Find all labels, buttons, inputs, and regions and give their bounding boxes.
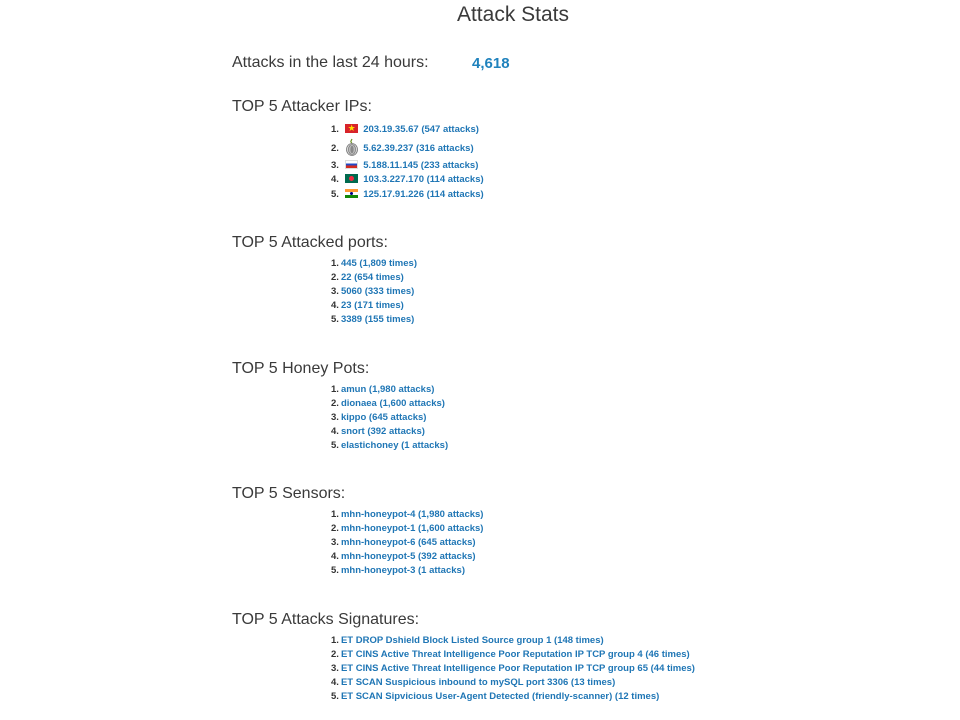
honeypot-link[interactable]: dionaea (1,600 attacks) [341, 398, 445, 409]
rank-number: 1. [331, 635, 339, 646]
rank-number: 2. [331, 143, 339, 154]
rank-number: 3. [331, 663, 339, 674]
honey-pots-heading: TOP 5 Honey Pots: [232, 360, 370, 377]
list-item: 2. ET CINS Active Threat Intelligence Poo… [331, 648, 695, 662]
sensors-heading: TOP 5 Sensors: [232, 485, 346, 502]
signature-link[interactable]: ET CINS Active Threat Intelligence Poor … [341, 663, 695, 674]
port-link[interactable]: 5060 (333 times) [341, 286, 414, 297]
list-item: 2. 5.62.39.237 (316 attacks) [331, 138, 484, 159]
rank-number: 4. [331, 174, 339, 185]
list-item: 5. ET SCAN Sipvicious User-Agent Detected… [331, 690, 695, 704]
list-item: 2. 22 (654 times) [331, 271, 417, 285]
sensors-list: 1. mhn-honeypot-4 (1,980 attacks) 2. mhn-h… [331, 508, 483, 578]
port-link[interactable]: 445 (1,809 times) [341, 258, 417, 269]
rank-number: 3. [331, 160, 339, 171]
attacked-ports-list: 1. 445 (1,809 times) 2. 22 (654 times) 3. 5… [331, 257, 417, 327]
list-item: 4. snort (392 attacks) [331, 425, 448, 439]
russia-flag-icon [344, 160, 358, 169]
page-title: Attack Stats [456, 3, 570, 26]
attacks-24h-summary: Attacks in the last 24 hours: 4,618 [232, 54, 510, 72]
list-item: 5. elastichoney (1 attacks) [331, 439, 448, 453]
rank-number: 5. [331, 691, 339, 702]
port-link[interactable]: 3389 (155 times) [341, 314, 414, 325]
attacks-24h-label: Attacks in the last 24 hours: [232, 54, 429, 71]
rank-number: 5. [331, 565, 339, 576]
signature-link[interactable]: ET SCAN Sipvicious User-Agent Detected (… [341, 691, 659, 702]
honey-pots-list: 1. amun (1,980 attacks) 2. dionaea (1,600 … [331, 383, 448, 453]
attacked-ports-section: TOP 5 Attacked ports: 1. 445 (1,809 times… [232, 234, 417, 325]
rank-number: 2. [331, 649, 339, 660]
rank-number: 2. [331, 523, 339, 534]
attacker-ip-link[interactable]: 203.19.35.67 (547 attacks) [363, 124, 479, 135]
sensor-link[interactable]: mhn-honeypot-4 (1,980 attacks) [341, 509, 484, 520]
list-item: 5. 3389 (155 times) [331, 313, 417, 327]
list-item: 4. mhn-honeypot-5 (392 attacks) [331, 550, 483, 564]
rank-number: 5. [331, 440, 339, 451]
rank-number: 2. [331, 398, 339, 409]
rank-number: 1. [331, 384, 339, 395]
rank-number: 4. [331, 551, 339, 562]
list-item: 3. 5.188.11.145 (233 attacks) [331, 159, 484, 173]
rank-number: 1. [331, 124, 339, 135]
honeypot-link[interactable]: elastichoney (1 attacks) [341, 440, 448, 451]
list-item: 1. 445 (1,809 times) [331, 257, 417, 271]
list-item: 3. ET CINS Active Threat Intelligence Poo… [331, 662, 695, 676]
rank-number: 4. [331, 300, 339, 311]
attacker-ip-link[interactable]: 5.188.11.145 (233 attacks) [363, 160, 478, 171]
sensor-link[interactable]: mhn-honeypot-5 (392 attacks) [341, 551, 476, 562]
honeypot-link[interactable]: kippo (645 attacks) [341, 412, 427, 423]
signatures-heading: TOP 5 Attacks Signatures: [232, 611, 420, 628]
list-item: 3. mhn-honeypot-6 (645 attacks) [331, 536, 483, 550]
signature-link[interactable]: ET DROP Dshield Block Listed Source grou… [341, 635, 604, 646]
list-item: 5. 125.17.91.226 (114 attacks) [331, 188, 484, 202]
attacks-24h-count: 4,618 [472, 55, 510, 72]
list-item: 1. ET DROP Dshield Block Listed Source gr… [331, 634, 695, 648]
list-item: 5. mhn-honeypot-3 (1 attacks) [331, 564, 483, 578]
list-item: 1. mhn-honeypot-4 (1,980 attacks) [331, 508, 483, 522]
list-item: 4. 23 (171 times) [331, 299, 417, 313]
list-item: 1. amun (1,980 attacks) [331, 383, 448, 397]
rank-number: 1. [331, 258, 339, 269]
attacker-ip-link[interactable]: 5.62.39.237 (316 attacks) [363, 143, 473, 154]
attacker-ips-heading: TOP 5 Attacker IPs: [232, 98, 372, 115]
bangladesh-flag-icon [344, 174, 358, 183]
sensors-section: TOP 5 Sensors: 1. mhn-honeypot-4 (1,980 a… [232, 485, 483, 576]
india-flag-icon [344, 189, 358, 198]
list-item: 3. 5060 (333 times) [331, 285, 417, 299]
attacker-ips-list: 1. 203.19.35.67 (547 attacks) 2. 5.62.39… [331, 123, 484, 202]
rank-number: 5. [331, 314, 339, 325]
rank-number: 4. [331, 426, 339, 437]
attacker-ip-link[interactable]: 125.17.91.226 (114 attacks) [363, 189, 483, 200]
list-item: 4. 103.3.227.170 (114 attacks) [331, 173, 484, 188]
sensor-link[interactable]: mhn-honeypot-1 (1,600 attacks) [341, 523, 484, 534]
attacker-ips-section: TOP 5 Attacker IPs: 1. 203.19.35.67 (547… [232, 98, 484, 200]
rank-number: 3. [331, 537, 339, 548]
honey-pots-section: TOP 5 Honey Pots: 1. amun (1,980 attacks)… [232, 360, 448, 451]
list-item: 2. dionaea (1,600 attacks) [331, 397, 448, 411]
vietnam-flag-icon [344, 124, 358, 133]
signatures-section: TOP 5 Attacks Signatures: 1. ET DROP Dshi… [232, 611, 695, 702]
attacker-ip-link[interactable]: 103.3.227.170 (114 attacks) [363, 174, 483, 185]
honeypot-link[interactable]: snort (392 attacks) [341, 426, 425, 437]
signatures-list: 1. ET DROP Dshield Block Listed Source gr… [331, 634, 695, 704]
port-link[interactable]: 22 (654 times) [341, 272, 404, 283]
rank-number: 3. [331, 286, 339, 297]
tor-onion-icon [345, 138, 358, 156]
list-item: 4. ET SCAN Suspicious inbound to mySQL po… [331, 676, 695, 690]
attacked-ports-heading: TOP 5 Attacked ports: [232, 234, 388, 251]
list-item: 1. 203.19.35.67 (547 attacks) [331, 123, 484, 138]
signature-link[interactable]: ET CINS Active Threat Intelligence Poor … [341, 649, 690, 660]
sensor-link[interactable]: mhn-honeypot-6 (645 attacks) [341, 537, 476, 548]
sensor-link[interactable]: mhn-honeypot-3 (1 attacks) [341, 565, 465, 576]
port-link[interactable]: 23 (171 times) [341, 300, 404, 311]
rank-number: 2. [331, 272, 339, 283]
rank-number: 3. [331, 412, 339, 423]
rank-number: 1. [331, 509, 339, 520]
list-item: 2. mhn-honeypot-1 (1,600 attacks) [331, 522, 483, 536]
rank-number: 4. [331, 677, 339, 688]
signature-link[interactable]: ET SCAN Suspicious inbound to mySQL port… [341, 677, 615, 688]
rank-number: 5. [331, 189, 339, 200]
list-item: 3. kippo (645 attacks) [331, 411, 448, 425]
honeypot-link[interactable]: amun (1,980 attacks) [341, 384, 434, 395]
